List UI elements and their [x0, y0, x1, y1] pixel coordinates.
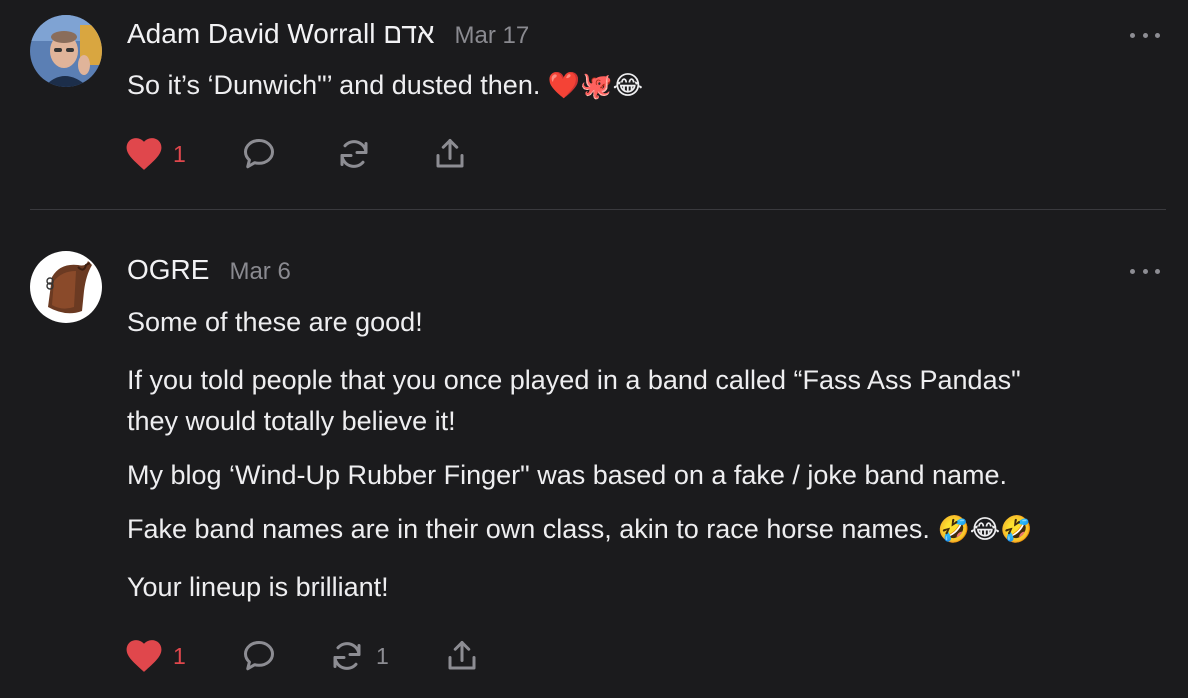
comment-text-line: My blog ‘Wind-Up Rubber Finger" was base…: [127, 460, 1008, 490]
comment-date[interactable]: Mar 6: [229, 258, 290, 286]
share-button[interactable]: [443, 636, 481, 676]
comment-text-line: So it’s ‘Dunwich"’ and dusted then.: [127, 70, 541, 100]
avatar[interactable]: [30, 15, 102, 87]
comment-text-line: Fake band names are in their own class, …: [127, 514, 930, 544]
like-count: 1: [173, 140, 186, 167]
comment-text: they would totally believe it!: [127, 400, 456, 442]
like-button[interactable]: 1: [125, 636, 186, 676]
restack-button[interactable]: [335, 134, 383, 174]
more-icon[interactable]: [1130, 265, 1160, 277]
comment-text: Fake band names are in their own class, …: [127, 508, 1033, 551]
comment-icon: [244, 139, 274, 169]
share-icon: [436, 139, 464, 168]
heart-icon: [126, 138, 162, 170]
comment-text: Some of these are good!: [127, 301, 423, 343]
like-count: 1: [173, 642, 186, 669]
restack-icon: [333, 642, 361, 670]
heart-icon: [126, 640, 162, 672]
author-name[interactable]: Adam David Worrall אדם: [127, 18, 435, 50]
comment-text: So it’s ‘Dunwich"’ and dusted then. ❤️🐙😂: [127, 64, 643, 107]
comment-actions: 1: [125, 134, 525, 174]
like-button[interactable]: 1: [125, 134, 186, 174]
emoji-reaction: ❤️🐙😂: [547, 71, 643, 101]
share-button[interactable]: [431, 134, 469, 174]
comment-text: My blog ‘Wind-Up Rubber Finger" was base…: [127, 454, 1007, 496]
emoji-reaction: 🤣😂🤣: [937, 515, 1033, 545]
comment-text: Your lineup is brilliant!: [127, 566, 389, 608]
comment-actions: 1 1: [125, 636, 525, 676]
author-name[interactable]: OGRE: [127, 254, 209, 286]
reply-button[interactable]: [240, 134, 278, 174]
comment-divider: [30, 209, 1166, 210]
comment-text-line: Your lineup is brilliant!: [127, 572, 389, 602]
comment-text: If you told people that you once played …: [127, 359, 1021, 401]
avatar[interactable]: [30, 251, 102, 323]
restack-count: 1: [376, 642, 389, 669]
comment-text-line: they would totally believe it!: [127, 406, 456, 436]
comment-icon: [244, 641, 274, 671]
comment-header: OGRE Mar 6: [127, 254, 291, 286]
restack-button[interactable]: 1: [328, 636, 389, 676]
comment-date[interactable]: Mar 17: [455, 22, 530, 50]
reply-button[interactable]: [240, 636, 278, 676]
comment-text-line: If you told people that you once played …: [127, 365, 1021, 395]
more-icon[interactable]: [1130, 29, 1160, 41]
restack-icon: [340, 140, 368, 168]
comment-header: Adam David Worrall אדם Mar 17: [127, 18, 529, 50]
comment-text-line: Some of these are good!: [127, 307, 423, 337]
share-icon: [448, 641, 476, 670]
